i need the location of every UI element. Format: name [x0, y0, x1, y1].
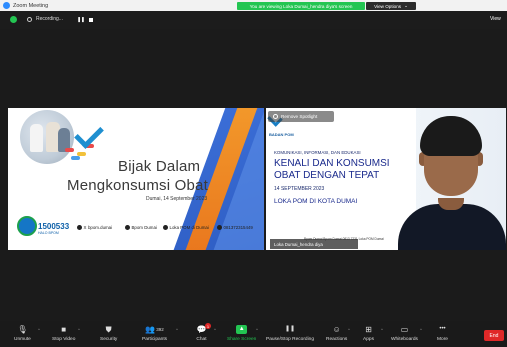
- apps-button[interactable]: ⊞ Apps: [363, 325, 374, 342]
- instagram-icon: [77, 225, 82, 230]
- reactions-button[interactable]: ☺ Reactions: [326, 325, 347, 342]
- view-options-label: View Options: [374, 3, 402, 9]
- slide-title-line2: Mengkonsumsi Obat: [67, 177, 208, 194]
- apps-icon: ⊞: [365, 325, 372, 334]
- person-hair: [420, 116, 482, 156]
- shield-icon: ⛊: [105, 325, 112, 334]
- chat-icon: 💬 1: [196, 323, 211, 334]
- pause-stop-icon: ❚❚: [284, 326, 296, 332]
- slide-contact-bar: 1500533 HALO BPOM Xbpom.dumai Bpom Dumai…: [13, 214, 264, 244]
- photo-person: [30, 124, 43, 152]
- slide-title-line1: Bijak Dalam: [118, 158, 201, 175]
- remove-spotlight-button[interactable]: Remove Spotlight: [268, 111, 334, 122]
- share-screen-button[interactable]: ▲ Share Screen: [227, 325, 256, 342]
- pill-shape: [65, 148, 74, 152]
- chat-label: Chat: [196, 337, 207, 342]
- zoom-logo-icon: [3, 2, 10, 9]
- hotline-number: 1500533: [38, 222, 70, 231]
- participants-button[interactable]: 👥 392 Participants: [142, 325, 167, 342]
- chat-badge: 1: [205, 323, 211, 329]
- pill-shape: [71, 156, 80, 160]
- facebook-icon: [125, 225, 130, 230]
- more-icon: •••: [439, 326, 446, 332]
- pause-stop-recording-button[interactable]: ❚❚ Pause/Stop Recording: [266, 325, 314, 342]
- hotline-subtitle: HALO BPOM: [38, 231, 59, 235]
- participant-name: Loka Dumai_hendra diya: [274, 241, 323, 247]
- whiteboards-caret-icon[interactable]: ^: [420, 327, 422, 332]
- background-kie-text: KOMUNIKASI, INFORMASI, DAN EDUKASI: [274, 150, 361, 155]
- org-name: BADAN POM: [269, 132, 294, 137]
- background-title-line1: KENALI DAN KONSUMSI: [274, 158, 390, 169]
- slide-date: Dumai, 14 September 2023: [146, 196, 208, 202]
- reactions-icon: ☺: [332, 325, 341, 334]
- social-label: bpom.dumai: [87, 225, 113, 230]
- share-caret-icon[interactable]: ^: [256, 327, 258, 332]
- headset-icon: [17, 216, 37, 236]
- view-button-label: View: [490, 15, 501, 22]
- whiteboard-icon: ▭: [400, 325, 409, 334]
- remove-spotlight-label: Remove Spotlight: [281, 114, 318, 119]
- stop-recording-icon[interactable]: [89, 17, 93, 22]
- share-screen-icon: ▲: [236, 325, 248, 334]
- spotlight-icon: [273, 114, 278, 119]
- person-shirt: [398, 204, 506, 250]
- window-title: Zoom Meeting: [13, 2, 49, 9]
- social-whatsapp: 081372315449: [217, 225, 253, 230]
- unmute-button[interactable]: 🎙 Unmute: [14, 325, 31, 342]
- security-shield-icon[interactable]: [10, 16, 17, 23]
- participant-count: 392: [156, 327, 164, 332]
- social-label: Bpom Dumai: [131, 225, 157, 230]
- participant-person: [398, 114, 506, 250]
- view-options-button[interactable]: View Options ⌄: [366, 2, 416, 10]
- whatsapp-icon: [217, 225, 222, 230]
- background-date: 14 SEPTEMBER 2023: [274, 186, 325, 192]
- social-label: X: [83, 225, 87, 230]
- apps-caret-icon[interactable]: ^: [381, 327, 383, 332]
- participants-icon: 👥 392: [145, 325, 163, 334]
- social-facebook: Bpom Dumai: [125, 225, 157, 230]
- youtube-icon: [163, 225, 168, 230]
- whiteboards-label: Whiteboards: [391, 337, 418, 342]
- chat-button[interactable]: 💬 1 Chat: [196, 323, 211, 342]
- stop-video-button[interactable]: ■ Stop Video: [52, 325, 75, 342]
- shared-slide: Bijak Dalam Mengkonsumsi Obat Dumai, 14 …: [8, 108, 264, 250]
- participants-label: Participants: [142, 337, 168, 342]
- view-button[interactable]: View: [490, 16, 501, 22]
- reactions-label: Reactions: [326, 337, 348, 342]
- unmute-caret-icon[interactable]: ^: [38, 327, 40, 332]
- background-title-line2: OBAT DENGAN TEPAT: [274, 170, 380, 181]
- end-meeting-button[interactable]: End: [484, 330, 504, 341]
- security-button[interactable]: ⛊ Security: [100, 325, 117, 342]
- participant-nameplate: Loka Dumai_hendra diya: [270, 239, 358, 249]
- viewing-screen-banner: You are viewing Loka Dumai_hendra diya's…: [237, 2, 365, 10]
- more-button[interactable]: ••• More: [437, 325, 448, 342]
- whiteboards-button[interactable]: ▭ Whiteboards: [391, 325, 418, 342]
- participants-caret-icon[interactable]: ^: [176, 327, 178, 332]
- social-label: Loka POM di Dumai: [169, 225, 209, 230]
- social-label: 081372315449: [223, 225, 253, 230]
- participants-glyph: 👥: [145, 325, 156, 334]
- recording-label: Recording...: [36, 15, 63, 22]
- social-youtube: Loka POM di Dumai: [163, 225, 209, 230]
- participant-video-tile[interactable]: BADAN POM KOMUNIKASI, INFORMASI, DAN EDU…: [266, 108, 506, 250]
- unmute-label: Unmute: [14, 337, 31, 342]
- meeting-toolbar: 🎙 Unmute ^ ■ Stop Video ^ ⛊ Security 👥 39…: [0, 321, 507, 347]
- security-label: Security: [100, 337, 118, 342]
- video-camera-icon: ■: [61, 325, 67, 334]
- social-x: Xbpom.dumai: [77, 225, 112, 230]
- share-screen-label: Share Screen: [227, 337, 257, 342]
- chat-caret-icon[interactable]: ^: [214, 327, 216, 332]
- pause-recording-icon[interactable]: ❚❚: [77, 17, 85, 23]
- chevron-down-icon: ⌄: [404, 3, 408, 8]
- reactions-caret-icon[interactable]: ^: [348, 327, 350, 332]
- apps-label: Apps: [363, 337, 374, 342]
- video-caret-icon[interactable]: ^: [78, 327, 80, 332]
- background-loka: LOKA POM DI KOTA DUMAI: [274, 198, 358, 205]
- recording-icon: [27, 17, 32, 22]
- more-label: More: [437, 337, 448, 342]
- pause-stop-recording-label: Pause/Stop Recording: [266, 337, 314, 342]
- microphone-muted-icon: 🎙: [17, 325, 28, 334]
- stop-video-label: Stop Video: [52, 337, 76, 342]
